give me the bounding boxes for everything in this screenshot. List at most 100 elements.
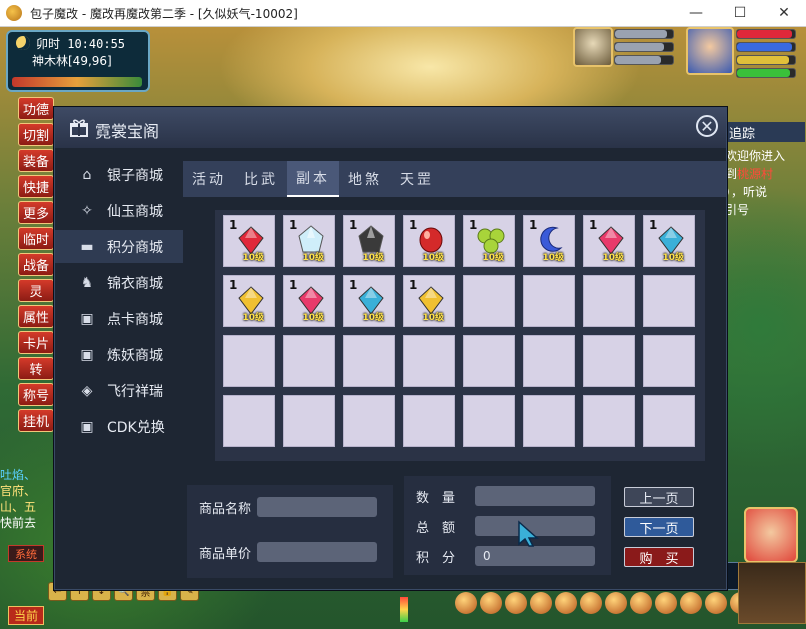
item-slot[interactable] [463, 395, 515, 447]
shop-item[interactable]: ◈ 飞行祥瑞 [55, 374, 183, 407]
item-slot[interactable] [283, 335, 335, 387]
shop-icon: ▣ [80, 346, 94, 363]
shop-item-label: 银子商城 [107, 167, 163, 184]
item-slot[interactable] [283, 395, 335, 447]
hero-portrait[interactable] [686, 27, 734, 75]
function-icon[interactable] [605, 592, 627, 614]
tab-4[interactable]: 天罡 [391, 161, 443, 197]
shop-item[interactable]: ⌂ 银子商城 [55, 158, 183, 191]
item-slot[interactable] [523, 275, 575, 327]
shop-item-label: 飞行祥瑞 [107, 383, 163, 400]
item-slot[interactable] [223, 335, 275, 387]
minimize-button[interactable]: — [674, 0, 718, 26]
side-menu-item[interactable]: 灵 [18, 279, 54, 302]
close-icon[interactable]: ✕ [696, 115, 718, 137]
side-menu-item[interactable]: 临时 [18, 227, 54, 250]
next-page-button[interactable]: 下一页 [624, 517, 694, 537]
item-slot[interactable] [583, 335, 635, 387]
side-menu-item[interactable]: 功德 [18, 97, 54, 120]
tab-2[interactable]: 副本 [287, 161, 339, 197]
function-icon[interactable] [530, 592, 552, 614]
maximize-button[interactable]: ☐ [718, 0, 762, 26]
item-slot[interactable] [583, 395, 635, 447]
shop-item[interactable]: ▣ 炼妖商城 [55, 338, 183, 371]
side-menu-item[interactable]: 转 [18, 357, 54, 380]
shop-item[interactable]: ✧ 仙玉商城 [55, 194, 183, 227]
item-slot[interactable] [403, 395, 455, 447]
shop-icon: ♞ [80, 274, 94, 291]
tab-0[interactable]: 活动 [183, 161, 235, 197]
item-slot[interactable] [583, 275, 635, 327]
item-slot[interactable] [403, 335, 455, 387]
item-slot[interactable] [343, 395, 395, 447]
purchase-panel: 数 量 总 额 积 分 0 [404, 476, 611, 575]
pet-portrait[interactable] [573, 27, 613, 67]
item-slot[interactable]: 1 10级 [403, 215, 455, 267]
side-menu-item[interactable]: 更多 [18, 201, 54, 224]
shop-item[interactable]: ▣ 点卡商城 [55, 302, 183, 335]
shop-item[interactable]: ▬ 积分商城 [55, 230, 183, 263]
track-button[interactable]: 追踪 [725, 122, 805, 142]
function-icon[interactable] [455, 592, 477, 614]
function-icon[interactable] [580, 592, 602, 614]
shop-item[interactable]: ♞ 锦衣商城 [55, 266, 183, 299]
side-menu-item[interactable]: 挂机 [18, 409, 54, 432]
function-icon[interactable] [630, 592, 652, 614]
item-level: 10级 [662, 253, 684, 263]
item-price-field [257, 542, 378, 562]
home-icon[interactable] [738, 562, 806, 624]
chat-line: 快前去 [0, 516, 37, 530]
item-slot[interactable]: 1 10级 [403, 275, 455, 327]
function-icon[interactable] [680, 592, 702, 614]
item-slot[interactable] [643, 275, 695, 327]
system-tab[interactable]: 系统 [8, 545, 44, 562]
item-slot[interactable] [463, 335, 515, 387]
item-slot[interactable]: 1 10级 [283, 275, 335, 327]
side-menu-item[interactable]: 称号 [18, 383, 54, 406]
tab-3[interactable]: 地煞 [339, 161, 391, 197]
exp-bar [400, 597, 408, 622]
item-slot[interactable]: 1 10级 [223, 215, 275, 267]
moon-icon [16, 36, 30, 50]
item-slot[interactable] [223, 395, 275, 447]
function-icon[interactable] [505, 592, 527, 614]
item-slot[interactable] [523, 335, 575, 387]
item-slot[interactable] [343, 335, 395, 387]
function-icon[interactable] [655, 592, 677, 614]
side-menu-item[interactable]: 战备 [18, 253, 54, 276]
item-slot[interactable]: 1 10级 [583, 215, 635, 267]
item-slot[interactable] [643, 395, 695, 447]
item-slot[interactable]: 1 10级 [643, 215, 695, 267]
quantity-input[interactable] [475, 486, 596, 506]
item-quantity: 1 [289, 218, 298, 232]
buy-button[interactable]: 购 买 [624, 547, 694, 567]
current-channel-tab[interactable]: 当前 [8, 606, 44, 625]
item-price-label: 商品单价 [199, 546, 252, 562]
item-slot[interactable]: 1 10级 [283, 215, 335, 267]
function-icon[interactable] [555, 592, 577, 614]
side-menu-item[interactable]: 切割 [18, 123, 54, 146]
item-slot[interactable] [643, 335, 695, 387]
item-slot[interactable]: 1 10级 [343, 275, 395, 327]
tab-1[interactable]: 比武 [235, 161, 287, 197]
close-window-button[interactable]: ✕ [762, 0, 806, 26]
chat-right: 欢迎你进入 到桃源村 ），听说 引号 [725, 147, 805, 219]
prev-page-button[interactable]: 上一页 [624, 487, 694, 507]
function-icon[interactable] [705, 592, 727, 614]
side-menu-item[interactable]: 快捷 [18, 175, 54, 198]
item-slot[interactable]: 1 10级 [343, 215, 395, 267]
item-slot[interactable] [523, 395, 575, 447]
side-menu-item[interactable]: 装备 [18, 149, 54, 172]
item-slot[interactable]: 1 10级 [463, 215, 515, 267]
item-slot[interactable]: 1 10级 [523, 215, 575, 267]
function-icon[interactable] [480, 592, 502, 614]
item-quantity: 1 [469, 218, 478, 232]
item-slot[interactable]: 1 10级 [223, 275, 275, 327]
side-menu-item[interactable]: 属性 [18, 305, 54, 328]
shop-item[interactable]: ▣ CDK兑换 [55, 410, 183, 443]
item-slot[interactable] [463, 275, 515, 327]
category-tabs: 活动 比武 副本 地煞 天罡 [183, 161, 726, 197]
item-quantity: 1 [349, 218, 358, 232]
side-menu-item[interactable]: 卡片 [18, 331, 54, 354]
companion-portrait[interactable] [744, 507, 798, 563]
